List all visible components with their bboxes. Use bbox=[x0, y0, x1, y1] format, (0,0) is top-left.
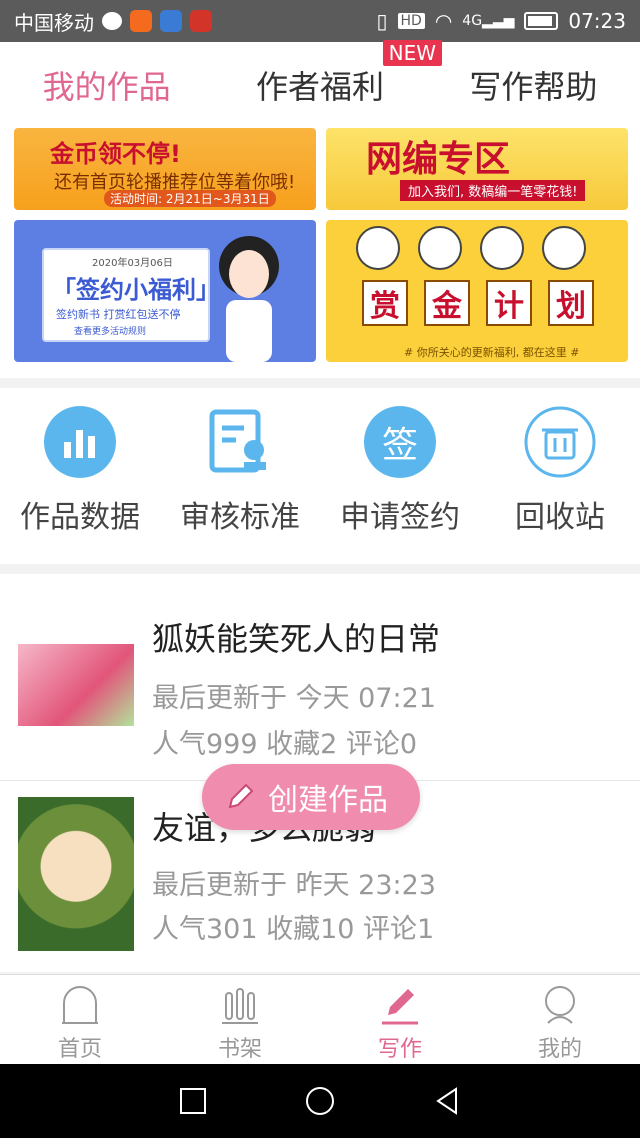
signal-icon: 4G▂▃▅ bbox=[462, 13, 515, 29]
banner-coins[interactable]: 金币领不停! 还有首页轮播推荐位等着你哦! 活动时间: 2月21日~3月31日 bbox=[14, 128, 316, 210]
work-cover-image bbox=[18, 797, 134, 951]
carrier-label: 中国移动 bbox=[14, 10, 94, 35]
new-badge: NEW bbox=[382, 40, 442, 66]
tool-label: 申请签约 bbox=[340, 500, 460, 535]
tool-label: 审核标准 bbox=[180, 500, 300, 535]
tool-label: 作品数据 bbox=[20, 500, 140, 535]
headline-char: 划 bbox=[548, 280, 594, 326]
tool-works-data[interactable]: 作品数据 bbox=[0, 388, 160, 564]
tool-label: 回收站 bbox=[515, 500, 605, 535]
app-notification-icon bbox=[130, 10, 152, 32]
banner-headline: 金币领不停! bbox=[50, 140, 181, 168]
pencil-icon bbox=[228, 783, 254, 809]
app-notification-icon bbox=[190, 10, 212, 32]
tab-author-benefits[interactable]: 作者福利 NEW bbox=[250, 40, 442, 108]
battery-icon bbox=[524, 12, 559, 30]
home-button-icon[interactable] bbox=[304, 1085, 336, 1117]
nav-profile[interactable]: 我的 bbox=[480, 975, 640, 1064]
banner-link: 查看更多活动规则 bbox=[74, 327, 147, 337]
work-updated: 最后更新于 昨天 23:23 bbox=[152, 870, 436, 901]
hd-icon: HD bbox=[397, 13, 425, 29]
create-work-button[interactable]: 创建作品 bbox=[202, 764, 420, 830]
banner-text: # 你所关心的更新福利, 都在这里 # bbox=[404, 346, 580, 359]
work-stats: 人气999 收藏2 评论0 bbox=[152, 729, 418, 760]
tool-recycle-bin[interactable]: 回收站 bbox=[480, 388, 640, 564]
cat-icon bbox=[480, 226, 524, 270]
wifi-icon: ◠ bbox=[434, 9, 453, 33]
banner-headline: 「签约小福利」 bbox=[52, 276, 220, 304]
cat-illustrations bbox=[356, 226, 586, 270]
vibrate-icon: ▯ bbox=[376, 9, 388, 33]
system-nav-bar bbox=[0, 1064, 640, 1138]
nav-home[interactable]: 首页 bbox=[0, 975, 160, 1064]
work-title: 狐妖能笑死人的日常 bbox=[152, 620, 441, 658]
cat-icon bbox=[418, 226, 462, 270]
headline-char: 金 bbox=[424, 280, 470, 326]
profile-icon bbox=[545, 986, 575, 1024]
music-icon bbox=[160, 10, 182, 32]
banner-headline: 网编专区 bbox=[366, 139, 511, 180]
status-bar: 中国移动 ▯ HD ◠ 4G▂▃▅ 07:23 bbox=[0, 0, 640, 42]
work-updated: 最后更新于 今天 07:21 bbox=[152, 683, 436, 714]
banner-bounty-plan[interactable]: 赏 金 计 划 # 你所关心的更新福利, 都在这里 # bbox=[326, 220, 628, 362]
back-icon[interactable] bbox=[432, 1086, 462, 1116]
cat-icon bbox=[542, 226, 586, 270]
bottom-nav: 首页 书架 写作 我的 bbox=[0, 974, 640, 1064]
tab-writing-help[interactable]: 写作帮助 bbox=[463, 62, 603, 108]
banner-headline: 赏 金 计 划 bbox=[362, 280, 594, 326]
create-work-label: 创建作品 bbox=[268, 783, 388, 818]
top-tabs: 我的作品 作者福利 NEW 写作帮助 bbox=[0, 40, 640, 134]
clock: 07:23 bbox=[568, 9, 626, 33]
banner-text: 加入我们, 数稿编一笔零花钱! bbox=[400, 180, 586, 201]
tool-grid: 作品数据 审核标准 签 申请签约 回收站 bbox=[0, 388, 640, 564]
banner-text: 签约新书 打赏红包送不停 bbox=[56, 308, 181, 321]
banner-period: 活动时间: 2月21日~3月31日 bbox=[104, 190, 276, 207]
girl-illustration bbox=[219, 236, 279, 362]
banner-grid: 金币领不停! 还有首页轮播推荐位等着你哦! 活动时间: 2月21日~3月31日 … bbox=[0, 128, 640, 378]
headline-char: 计 bbox=[486, 280, 532, 326]
work-stats: 人气301 收藏10 评论1 bbox=[152, 914, 435, 945]
headline-char: 赏 bbox=[362, 280, 408, 326]
pen-icon bbox=[382, 989, 418, 1025]
bar-chart-icon bbox=[44, 406, 116, 478]
home-icon bbox=[62, 986, 98, 1024]
cat-icon bbox=[356, 226, 400, 270]
tab-my-works[interactable]: 我的作品 bbox=[37, 62, 177, 134]
wechat-icon bbox=[102, 12, 122, 30]
nav-bookshelf[interactable]: 书架 bbox=[160, 975, 320, 1064]
banner-sign-benefits[interactable]: 2020年03月06日 「签约小福利」 签约新书 打赏红包送不停 查看更多活动规… bbox=[14, 220, 316, 362]
work-cover-image bbox=[18, 644, 134, 726]
document-check-icon bbox=[204, 406, 276, 478]
sign-icon: 签 bbox=[364, 406, 436, 478]
trash-icon bbox=[524, 406, 596, 478]
banner-card: 2020年03月06日 「签约小福利」 签约新书 打赏红包送不停 查看更多活动规… bbox=[42, 248, 220, 342]
work-item[interactable]: 狐妖能笑死人的日常 最后更新于 今天 07:21 人气999 收藏2 评论0 bbox=[0, 588, 640, 778]
nav-write[interactable]: 写作 bbox=[320, 975, 480, 1064]
banner-date: 2020年03月06日 bbox=[92, 258, 173, 269]
recent-apps-icon[interactable] bbox=[178, 1086, 208, 1116]
tool-review-standard[interactable]: 审核标准 bbox=[160, 388, 320, 564]
tool-apply-sign[interactable]: 签 申请签约 bbox=[320, 388, 480, 564]
banner-editor-zone[interactable]: 网编专区 加入我们, 数稿编一笔零花钱! bbox=[326, 128, 628, 210]
bookshelf-icon bbox=[222, 988, 258, 1024]
